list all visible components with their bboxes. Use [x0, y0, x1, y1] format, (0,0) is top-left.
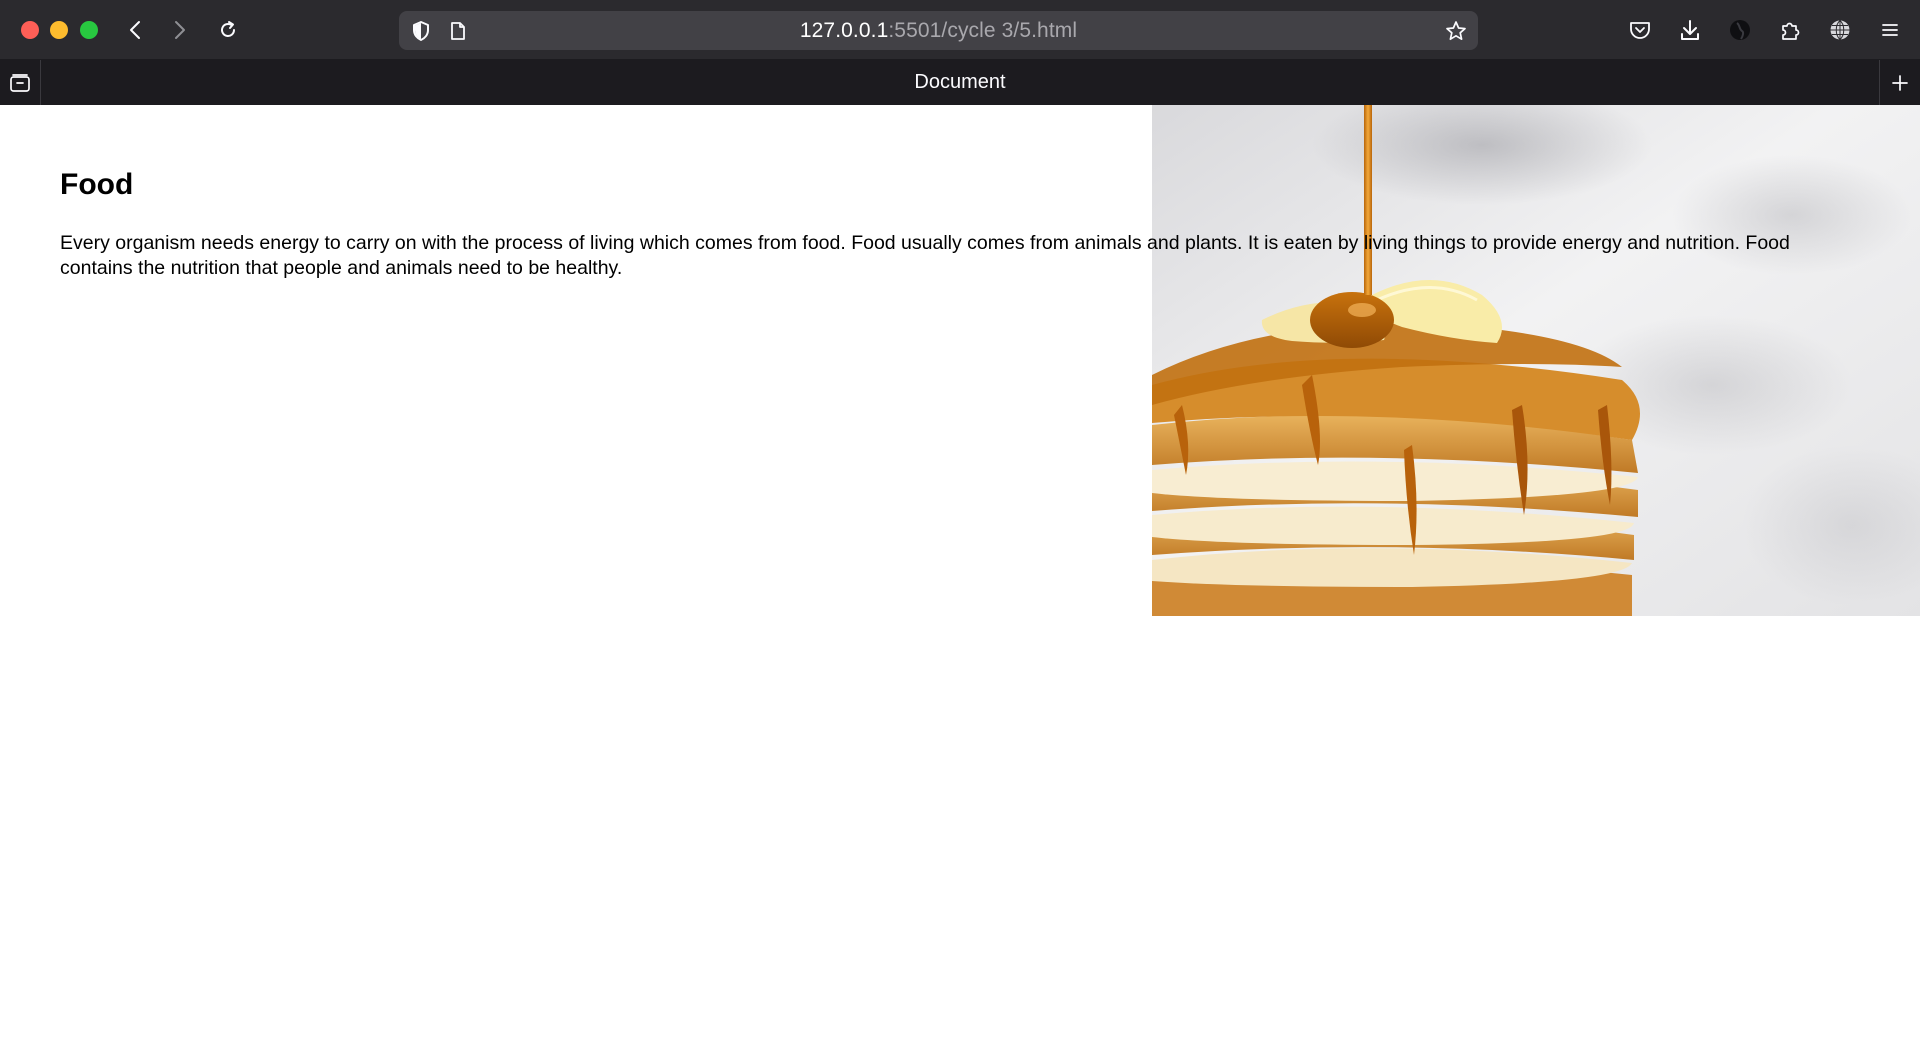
tab-document[interactable]: Document [0, 60, 1920, 105]
tab-bar: Document [0, 60, 1920, 105]
minimize-window-button[interactable] [50, 21, 68, 39]
back-button[interactable] [120, 14, 152, 46]
new-tab-button[interactable] [1879, 60, 1920, 105]
download-icon [1681, 20, 1699, 40]
menu-button[interactable] [1874, 14, 1906, 46]
page-heading: Food [60, 168, 134, 201]
page-paragraph: Every organism needs energy to carry on … [60, 232, 1790, 279]
account-button[interactable] [1724, 14, 1756, 46]
star-icon [1446, 21, 1466, 41]
forward-button[interactable] [163, 14, 195, 46]
browser-toolbar: 127.0.0.1:5501/cycle 3/5.html [0, 0, 1920, 60]
pancakes-with-syrup-image [1152, 105, 1920, 616]
url-path: :5501/cycle 3/5.html [888, 19, 1078, 42]
url-text[interactable]: 127.0.0.1:5501/cycle 3/5.html [399, 11, 1478, 50]
plus-icon [1892, 74, 1908, 91]
hamburger-menu-icon [1882, 24, 1898, 36]
zoom-window-button[interactable] [80, 21, 98, 39]
account-icon [1730, 20, 1750, 40]
pocket-icon [1630, 22, 1650, 39]
language-button[interactable] [1824, 14, 1856, 46]
address-bar[interactable]: 127.0.0.1:5501/cycle 3/5.html [399, 11, 1478, 50]
globe-icon [1830, 20, 1850, 40]
downloads-button[interactable] [1674, 14, 1706, 46]
puzzle-icon [1782, 22, 1800, 40]
pocket-button[interactable] [1624, 14, 1656, 46]
extensions-button[interactable] [1774, 14, 1806, 46]
reload-button[interactable] [212, 14, 244, 46]
chevron-right-icon [175, 21, 185, 39]
chevron-left-icon [130, 21, 140, 39]
url-host: 127.0.0.1 [799, 19, 889, 42]
page-viewport: Food Every organism needs energy to carr… [0, 105, 1920, 1052]
bookmark-button[interactable] [1440, 15, 1472, 47]
reload-icon [221, 21, 235, 37]
close-window-button[interactable] [21, 21, 39, 39]
